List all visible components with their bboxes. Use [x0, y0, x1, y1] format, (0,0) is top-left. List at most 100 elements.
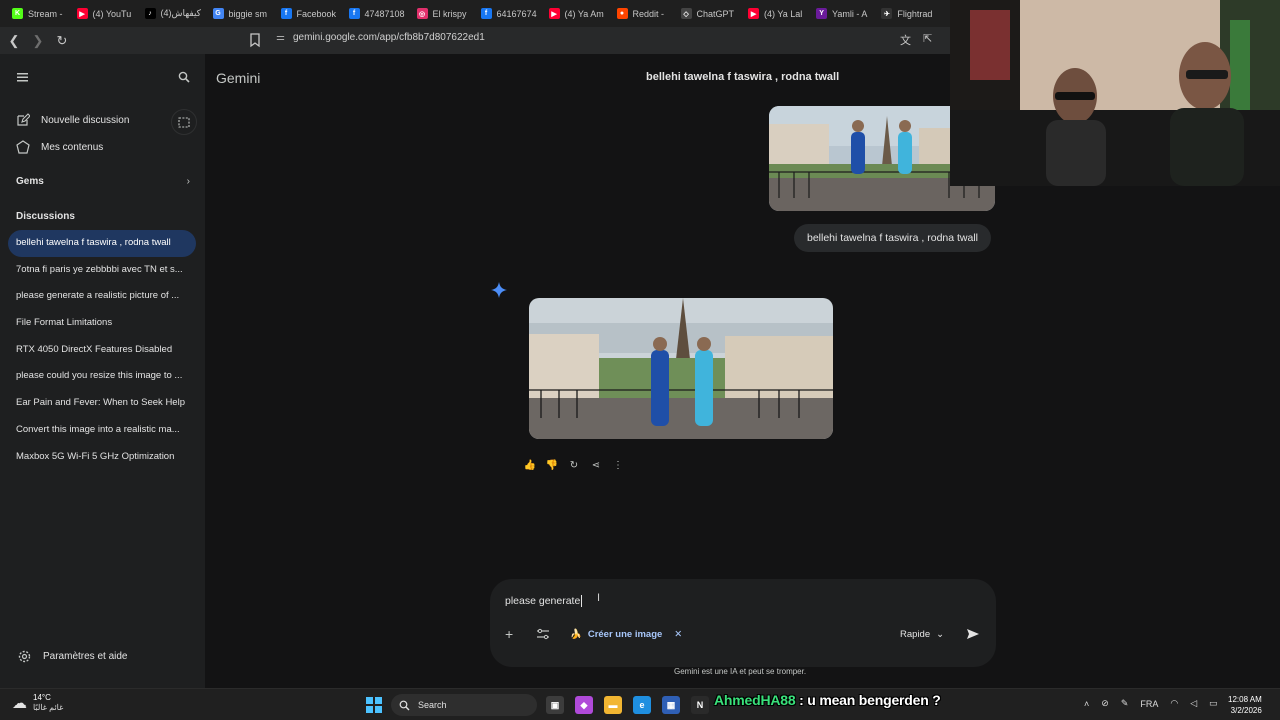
tab-favicon-icon: ▶ — [748, 8, 760, 19]
edge-icon[interactable]: e — [633, 696, 651, 714]
chat-history-item[interactable]: File Format Limitations — [8, 310, 196, 337]
chevron-up-icon[interactable]: ˄ — [1084, 699, 1089, 709]
tab-favicon-icon: ✈ — [881, 8, 893, 19]
menu-icon[interactable] — [16, 71, 30, 83]
pen-icon[interactable]: ✎ — [1121, 698, 1129, 709]
create-image-label: Créer une image — [587, 628, 663, 640]
chevron-down-icon: ⌄ — [936, 628, 945, 640]
chevron-right-icon: › — [186, 176, 190, 187]
browser-tab[interactable]: ● Reddit - — [611, 3, 673, 25]
system-clock[interactable]: 12:08 AM 3/2/2026 — [1228, 694, 1262, 716]
forward-icon[interactable]: ❯ — [28, 31, 48, 51]
tab-label: Yamli - A — [832, 8, 868, 19]
tab-favicon-icon: ◎ — [416, 8, 428, 19]
notion-icon[interactable]: N — [691, 696, 709, 714]
weather-icon: ☁ — [12, 695, 27, 712]
tab-label: Reddit - — [632, 8, 665, 19]
browser-tab[interactable]: ▶ (4) YouTu — [71, 3, 137, 25]
new-chat-button[interactable]: Nouvelle discussion — [16, 113, 129, 127]
generated-image[interactable] — [529, 298, 833, 439]
store-icon[interactable]: ▦ — [662, 696, 680, 714]
chat-history-item[interactable]: 7otna fi paris ye zebbbbi avec TN et s..… — [8, 257, 196, 284]
tab-favicon-icon: ● — [616, 8, 628, 19]
sidebar: Nouvelle discussion Mes contenus Gems › … — [0, 54, 205, 688]
back-icon[interactable]: ❮ — [4, 31, 24, 51]
chat-history-item[interactable]: RTX 4050 DirectX Features Disabled — [8, 337, 196, 364]
volume-icon[interactable]: ◁ — [1190, 698, 1197, 709]
tab-label: كيفهاش(4) — [160, 8, 201, 18]
text-caret — [581, 595, 583, 608]
site-info-icon[interactable]: ⚌ — [276, 32, 285, 43]
tools-icon[interactable] — [536, 624, 550, 644]
thumbs-up-icon[interactable]: 👍 — [523, 458, 537, 472]
language-indicator[interactable]: FRA — [1140, 699, 1158, 709]
more-options-icon[interactable]: ⋮ — [611, 458, 625, 472]
browser-tab[interactable]: ◎ El krispy — [411, 3, 473, 25]
screen: K Stream - ▶ (4) YouTu ♪ كيفهاش(4) Gbiggie sm f… — [0, 0, 1280, 720]
share-icon[interactable]: ⇱ — [923, 32, 932, 48]
add-icon[interactable]: + — [505, 624, 513, 644]
send-button[interactable] — [966, 624, 980, 644]
my-content-label: Mes contenus — [41, 141, 104, 153]
chat-history-item[interactable]: Convert this image into a realistic ma..… — [8, 417, 196, 444]
regenerate-icon[interactable]: ↻ — [567, 458, 581, 472]
tab-label: (4) Ya Lal — [764, 8, 803, 19]
browser-tab[interactable]: K Stream - — [6, 3, 69, 25]
stream-chat-overlay: AhmedHA88 : u mean bengerden ? — [714, 692, 941, 708]
settings-button[interactable]: Paramètres et aide — [18, 650, 128, 663]
wifi-icon[interactable]: ◠ — [1170, 698, 1178, 709]
browser-tab[interactable]: f 47487108 — [343, 3, 409, 25]
share-icon[interactable]: ⋖ — [589, 458, 603, 472]
banana-icon: 🍌 — [570, 628, 582, 640]
browser-tab[interactable]: f 64167674 — [475, 3, 541, 25]
chat-history-item[interactable]: Ear Pain and Fever: When to Seek Help — [8, 390, 196, 417]
battery-icon[interactable]: ▭ — [1209, 698, 1218, 709]
taskbar-apps: ▣ ◆ ▬ e ▦ N — [546, 696, 709, 714]
browser-tab[interactable]: ✈ Flightrad — [875, 3, 938, 25]
tab-favicon-icon: ♪ — [144, 8, 156, 19]
url-text: gemini.google.com/app/cfb8b7d807622ed1 — [292, 32, 485, 43]
system-tray: ˄ ⊘ ✎ FRA ◠ ◁ ▭ — [1084, 698, 1218, 709]
generated-paris-photo — [529, 298, 833, 439]
browser-tab[interactable]: ▶ (4) Ya Lal — [742, 3, 808, 25]
browser-tab[interactable]: Y Yamli - A — [810, 3, 873, 25]
browser-tab[interactable]: f Facebook — [275, 3, 341, 25]
settings-label: Paramètres et aide — [43, 651, 128, 662]
gems-section[interactable]: Gems › — [16, 176, 190, 187]
chat-history-item[interactable]: please could you resize this image to ..… — [8, 363, 196, 390]
chat-history-item[interactable]: bellehi tawelna f taswira , rodna twall — [8, 230, 196, 257]
bookmark-icon[interactable] — [248, 32, 262, 48]
content-icon — [16, 140, 30, 154]
weather-temperature: 14°C — [33, 693, 51, 702]
gemini-brand[interactable]: Gemini — [216, 70, 260, 86]
task-view-icon[interactable]: ▣ — [546, 696, 564, 714]
url-field[interactable]: ⚌ gemini.google.com/app/cfb8b7d807622ed1 — [276, 32, 485, 43]
prompt-composer[interactable]: please generate I + 🍌 Créer une image ✕ … — [490, 579, 996, 667]
stream-chat-message: : u mean bengerden ? — [799, 692, 941, 708]
tab-label: Stream - — [28, 8, 63, 19]
start-button[interactable] — [366, 697, 382, 713]
browser-tab[interactable]: ▶ (4) Ya Am — [543, 3, 609, 25]
thumbs-down-icon[interactable]: 👎 — [545, 458, 559, 472]
file-explorer-icon[interactable]: ▬ — [604, 696, 622, 714]
notification-icon[interactable]: ⊘ — [1101, 698, 1109, 709]
browser-tab[interactable]: ◇ ChatGPT — [675, 3, 741, 25]
reload-icon[interactable]: ↻ — [52, 31, 72, 51]
tab-label: 47487108 — [364, 8, 405, 19]
browser-tab[interactable]: ♪ كيفهاش(4) — [139, 3, 205, 25]
weather-widget[interactable]: ☁ 14°C غائم غالبًا — [12, 693, 63, 713]
my-content-link[interactable]: Mes contenus — [16, 140, 103, 154]
chat-history-item[interactable]: please generate a realistic picture of .… — [8, 283, 196, 310]
model-selector[interactable]: Rapide ⌄ — [900, 624, 944, 644]
copilot-icon[interactable]: ◆ — [575, 696, 593, 714]
taskbar-search[interactable]: Search — [391, 694, 537, 716]
search-icon[interactable] — [177, 70, 191, 84]
create-image-chip[interactable]: 🍌 Créer une image ✕ — [570, 624, 682, 644]
temporary-chat-button[interactable] — [171, 109, 197, 135]
translate-icon[interactable]: 文 — [900, 32, 911, 48]
close-icon[interactable]: ✕ — [674, 629, 682, 640]
prompt-input[interactable]: please generate — [505, 595, 583, 608]
chat-history-item[interactable]: Maxbox 5G Wi-Fi 5 GHz Optimization — [8, 444, 196, 471]
settings-icon — [18, 650, 31, 663]
browser-tab[interactable]: Gbiggie sm — [207, 3, 273, 25]
